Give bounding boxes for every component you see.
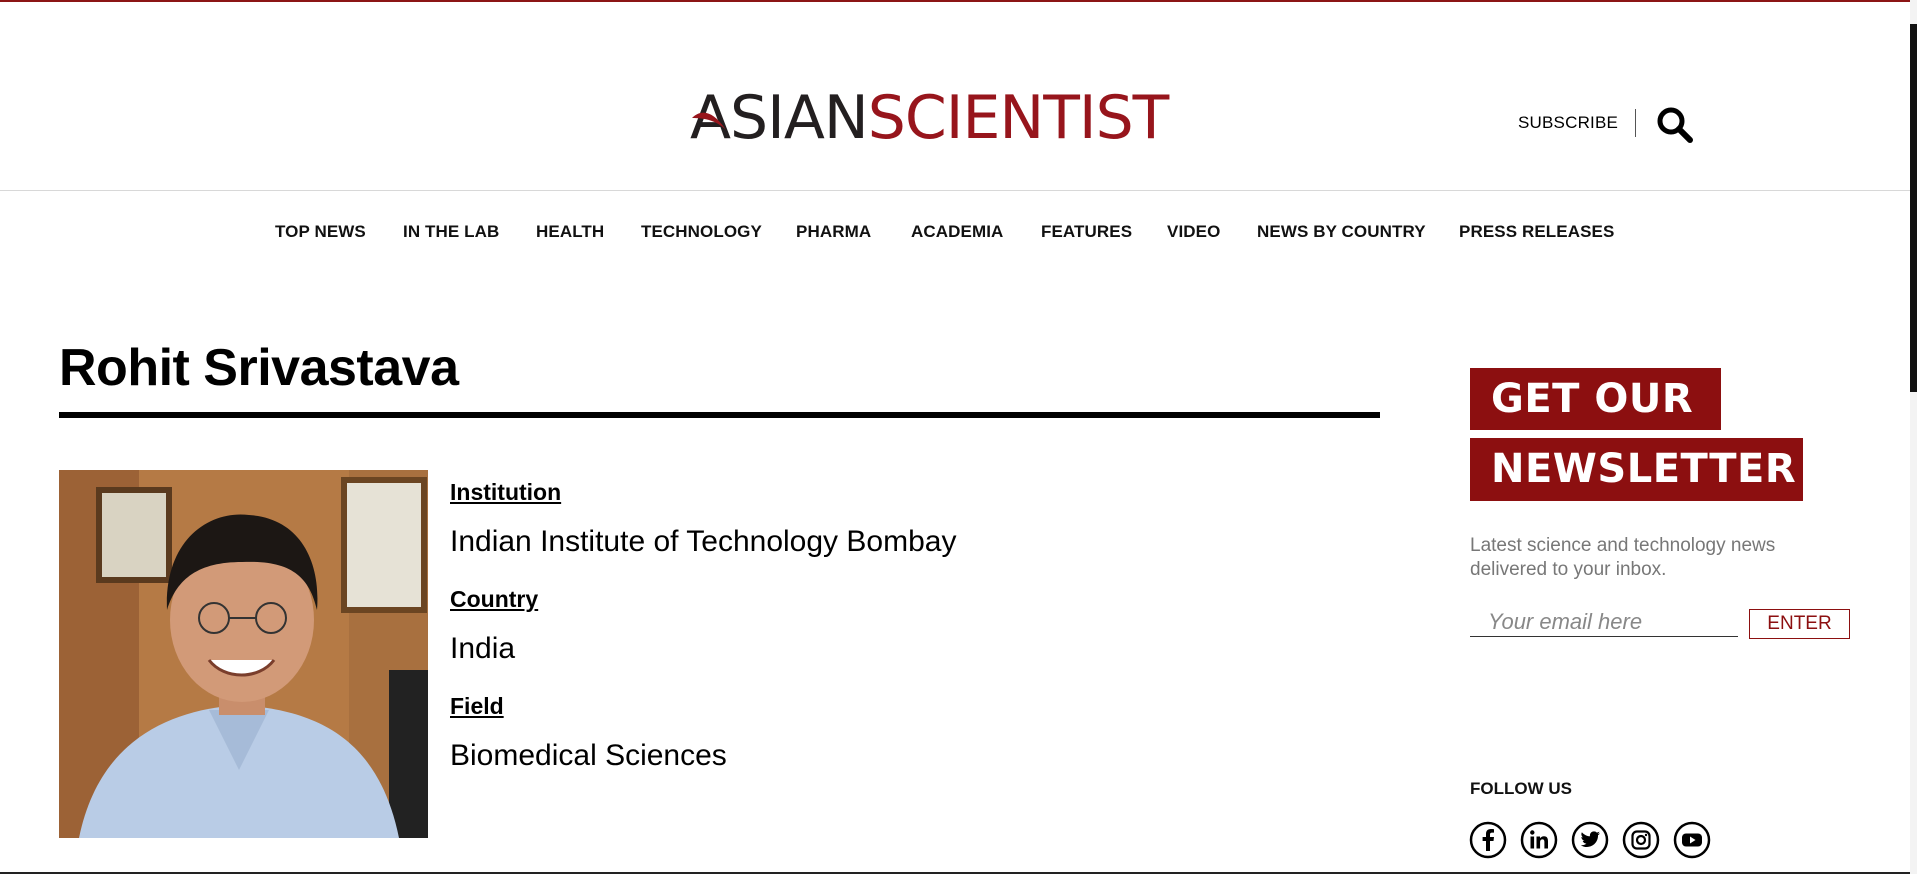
nav-item-video[interactable]: VIDEO (1167, 222, 1220, 242)
newsletter-subtitle: Latest science and technology news deliv… (1470, 535, 1776, 580)
twitter-icon[interactable] (1571, 821, 1609, 859)
follow-us-label: FOLLOW US (1470, 779, 1572, 798)
country-label: Country (450, 586, 539, 612)
nav-item-features[interactable]: FEATURES (1041, 222, 1132, 242)
nav-item-technology[interactable]: TECHNOLOGY (641, 222, 762, 242)
email-input[interactable] (1470, 607, 1738, 637)
top-accent-line (0, 0, 1917, 2)
site-logo[interactable]: ASIANSCIENTIST (690, 78, 1220, 158)
nav-item-health[interactable]: HEALTH (536, 222, 604, 242)
nav-item-press-releases[interactable]: PRESS RELEASES (1459, 222, 1614, 242)
header-divider (1635, 109, 1636, 137)
title-underline (59, 412, 1380, 418)
scrollbar-thumb[interactable] (1910, 24, 1917, 392)
main-nav: TOP NEWS IN THE LAB HEALTH TECHNOLOGY PH… (0, 222, 1910, 246)
field-label: Field (450, 693, 504, 719)
nav-item-news-by-country[interactable]: NEWS BY COUNTRY (1257, 222, 1426, 242)
institution-label: Institution (450, 479, 562, 505)
profile-photo-illustration (59, 470, 428, 838)
nav-item-in-the-lab[interactable]: IN THE LAB (403, 222, 499, 242)
header-divider-line (0, 190, 1910, 191)
logo-word-scientist: SCIENTIST (867, 83, 1170, 153)
scrollbar[interactable] (1910, 0, 1917, 874)
page-title: Rohit Srivastava (59, 339, 459, 397)
newsletter-heading-line-2: NEWSLETTER (1470, 438, 1803, 501)
country-value: India (450, 632, 516, 665)
search-icon[interactable] (1656, 106, 1694, 144)
profile-photo (59, 470, 428, 838)
youtube-icon[interactable] (1673, 821, 1711, 859)
institution-value: Indian Institute of Technology Bombay (450, 525, 957, 558)
nav-item-academia[interactable]: ACADEMIA (911, 222, 1003, 242)
enter-button[interactable]: ENTER (1749, 609, 1850, 639)
logo-text: ASIANSCIENTIST (690, 78, 1170, 158)
subscribe-link[interactable]: SUBSCRIBE (1518, 113, 1618, 133)
instagram-icon[interactable] (1622, 821, 1660, 859)
field-value: Biomedical Sciences (450, 739, 727, 772)
linkedin-icon[interactable] (1520, 821, 1558, 859)
facebook-icon[interactable] (1469, 821, 1507, 859)
newsletter-heading-line-1: GET OUR (1470, 368, 1721, 430)
logo-swoosh-icon (692, 112, 726, 130)
nav-item-pharma[interactable]: PHARMA (796, 222, 871, 242)
nav-item-top-news[interactable]: TOP NEWS (275, 222, 366, 242)
